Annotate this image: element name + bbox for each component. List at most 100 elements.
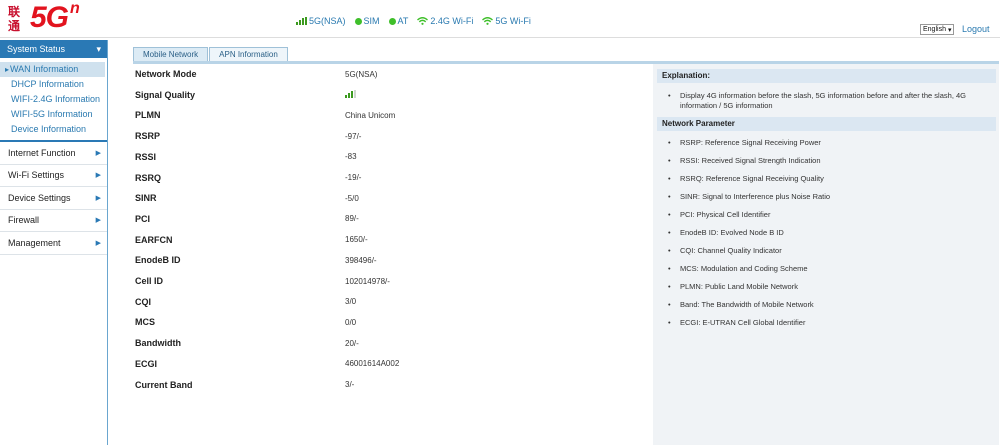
param-label: PCI	[135, 213, 151, 224]
sidebar-item-dhcp-information[interactable]: DHCP Information	[0, 77, 107, 92]
status-wifi-24-label: 2.4G Wi-Fi	[430, 16, 474, 26]
param-value: 3/-	[345, 380, 355, 389]
list-item: • PLMN: Public Land Mobile Network	[668, 282, 993, 292]
param-row: Network Mode 5G(NSA)	[135, 64, 645, 84]
sidebar-item-wifi5-information[interactable]: WIFI-5G Information	[0, 107, 107, 122]
bullet-icon: •	[668, 300, 671, 309]
param-label: EARFCN	[135, 234, 173, 245]
language-select[interactable]: English ▾	[920, 24, 955, 35]
bullet-icon: •	[668, 174, 671, 183]
param-value: 0/0	[345, 317, 357, 327]
sidebar-item-wan-information[interactable]: WAN Information	[0, 62, 105, 77]
status-at: AT	[388, 16, 408, 26]
sidebar-section-label: Device Settings	[8, 192, 71, 203]
list-item-text: EnodeB ID: Evolved Node B ID	[680, 228, 784, 237]
sidebar-section-internet-function[interactable]: Internet Function ▶	[0, 142, 107, 165]
bullet-icon: •	[668, 228, 671, 237]
sidebar-submenu: WAN Information DHCP Information WIFI-2.…	[0, 58, 107, 142]
bullet-icon: •	[668, 156, 671, 165]
param-value	[345, 89, 356, 100]
sidebar-section-firewall[interactable]: Firewall ▶	[0, 210, 107, 232]
param-label: EnodeB ID	[135, 255, 181, 266]
param-row: Bandwidth 20/-	[135, 333, 645, 353]
list-item: • EnodeB ID: Evolved Node B ID	[668, 228, 993, 238]
list-item-text: PLMN: Public Land Mobile Network	[680, 282, 798, 291]
bullet-icon: •	[668, 246, 671, 255]
sidebar-section-label: Wi-Fi Settings	[8, 170, 65, 181]
chevron-right-icon: ▶	[95, 172, 101, 180]
logo-cjk-text: 联通	[8, 5, 21, 33]
param-label: MCS	[135, 317, 155, 328]
status-wifi-5-label: 5G Wi-Fi	[495, 16, 531, 26]
at-status-dot-icon	[388, 17, 396, 25]
wifi-icon	[482, 17, 494, 25]
param-label: SINR	[135, 193, 157, 204]
logo-5g-text: 5G	[30, 1, 69, 34]
param-row: RSRQ -19/-	[135, 168, 645, 188]
status-sim: SIM	[354, 16, 380, 26]
param-row: PCI 89/-	[135, 209, 645, 229]
param-row: RSRP -97/-	[135, 126, 645, 146]
list-item: • MCS: Modulation and Coding Scheme	[668, 264, 993, 274]
param-value: -5/0	[345, 193, 359, 203]
signal-bars-icon	[296, 17, 307, 25]
tab-bar: Mobile Network APN Information	[133, 47, 289, 61]
chevron-right-icon: ▶	[95, 239, 101, 247]
list-item: • SINR: Signal to Interference plus Noise…	[668, 192, 993, 202]
logout-link[interactable]: Logout	[962, 24, 990, 34]
chevron-down-icon: ▾	[947, 26, 952, 34]
sidebar-section-device-settings[interactable]: Device Settings ▶	[0, 187, 107, 210]
sidebar-section-system-status[interactable]: System Status ▾	[0, 40, 107, 58]
status-wifi-24: 2.4G Wi-Fi	[417, 16, 473, 26]
sidebar: System Status ▾ WAN Information DHCP Inf…	[0, 40, 108, 445]
param-label: Cell ID	[135, 276, 164, 286]
top-header: 联通 5G n 5G(NSA) SIM AT 2.4G Wi-Fi 5G Wi-…	[0, 0, 1000, 38]
param-label: Bandwidth	[135, 338, 181, 349]
param-label: Current Band	[135, 379, 193, 390]
sidebar-section-label: System Status	[7, 44, 66, 54]
sidebar-item-wifi24-information[interactable]: WIFI-2.4G Information	[0, 92, 107, 107]
param-value: 46001614A002	[345, 359, 400, 369]
list-item: • RSSI: Received Signal Strength Indicati…	[668, 156, 993, 166]
param-value: -83	[345, 152, 357, 162]
param-label: PLMN	[135, 110, 161, 121]
sim-status-dot-icon	[354, 17, 362, 25]
bullet-icon: •	[668, 282, 671, 291]
param-label: Network Mode	[135, 69, 197, 79]
param-row: RSSI -83	[135, 147, 645, 167]
param-row: EARFCN 1650/-	[135, 230, 645, 250]
explanation-text: Display 4G information before the slash,…	[680, 91, 966, 110]
list-item: • RSRP: Reference Signal Receiving Power	[668, 138, 993, 148]
param-value: 5G(NSA)	[345, 69, 378, 79]
param-label: RSRP	[135, 131, 161, 142]
bullet-icon: •	[668, 264, 671, 273]
bullet-icon: •	[668, 91, 671, 100]
param-label: RSRQ	[135, 172, 162, 183]
sidebar-section-label: Management	[8, 237, 61, 248]
sidebar-section-label: Firewall	[8, 215, 40, 226]
list-item-text: CQI: Channel Quality Indicator	[680, 246, 782, 255]
param-row: Current Band 3/-	[135, 375, 645, 395]
chevron-right-icon: ▶	[95, 149, 101, 157]
list-item: • PCI: Physical Cell Identifier	[668, 210, 993, 220]
tab-mobile-network[interactable]: Mobile Network	[133, 47, 209, 61]
param-row: CQI 3/0	[135, 292, 645, 312]
explanation-panel: Explanation: • Display 4G information bef…	[653, 64, 999, 445]
sidebar-section-management[interactable]: Management ▶	[0, 232, 107, 255]
param-value: 398496/-	[345, 255, 377, 265]
sidebar-item-device-information[interactable]: Device Information	[0, 122, 107, 137]
param-value: -97/-	[345, 131, 362, 141]
param-row: SINR -5/0	[135, 188, 645, 208]
chevron-down-icon: ▾	[96, 43, 101, 54]
param-label: CQI	[135, 296, 152, 307]
status-sim-label: SIM	[363, 16, 380, 26]
explanation-item: • Display 4G information before the slash…	[668, 91, 993, 111]
chevron-right-icon: ▶	[95, 217, 101, 225]
param-value: -19/-	[345, 173, 362, 182]
param-row: Cell ID 102014978/-	[135, 271, 645, 291]
sidebar-section-wifi-settings[interactable]: Wi-Fi Settings ▶	[0, 165, 107, 187]
bullet-icon: •	[668, 210, 671, 219]
list-item-text: Band: The Bandwidth of Mobile Network	[680, 300, 814, 309]
list-item-text: RSRP: Reference Signal Receiving Power	[680, 138, 821, 147]
tab-apn-information[interactable]: APN Information	[209, 47, 288, 61]
